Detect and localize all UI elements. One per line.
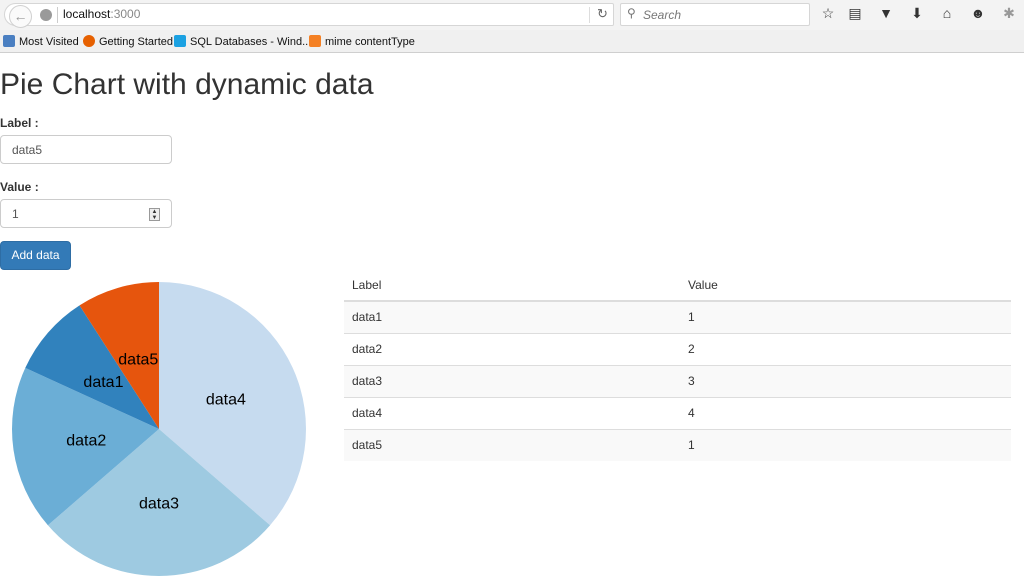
bookmark-star-icon[interactable]: ☆ bbox=[819, 5, 837, 22]
table-row: data4 4 bbox=[344, 396, 1011, 429]
pie-label-data5: data5 bbox=[118, 351, 158, 368]
cell-value: 3 bbox=[680, 364, 1011, 397]
windows-icon bbox=[174, 35, 186, 47]
cell-value: 2 bbox=[680, 332, 1011, 365]
globe-icon bbox=[40, 9, 52, 21]
table-row: data1 1 bbox=[344, 300, 1011, 333]
extension-icon[interactable]: ✱ bbox=[1000, 5, 1018, 22]
value-field-label: Value : bbox=[0, 180, 39, 194]
url-host: localhost bbox=[63, 7, 111, 21]
table-header-row: Label Value bbox=[344, 270, 1011, 302]
bookmark-label: Most Visited bbox=[19, 36, 79, 48]
bookmark-mime-contenttype[interactable]: mime contentType bbox=[309, 35, 415, 48]
url-text[interactable]: localhost:3000 bbox=[63, 7, 140, 21]
url-bar[interactable]: ← localhost:3000 ↻ bbox=[4, 3, 614, 28]
firefox-icon bbox=[83, 35, 95, 47]
pie-chart: data4 data3 data2 data1 data5 bbox=[11, 282, 306, 576]
bookmark-label: Getting Started bbox=[99, 36, 173, 48]
reload-icon[interactable]: ↻ bbox=[597, 6, 608, 22]
cell-label: data2 bbox=[344, 332, 680, 365]
chat-icon[interactable]: ☻ bbox=[969, 5, 987, 21]
cell-label: data1 bbox=[344, 300, 680, 333]
url-port: :3000 bbox=[110, 7, 141, 21]
table-row: data5 1 bbox=[344, 428, 1011, 461]
value-input[interactable]: 1 ▲ ▼ bbox=[0, 199, 172, 228]
label-field-label: Label : bbox=[0, 116, 39, 130]
value-input-value: 1 bbox=[12, 207, 19, 221]
bookmark-label: SQL Databases - Wind... bbox=[190, 36, 312, 48]
column-header-label: Label bbox=[344, 270, 680, 302]
number-spinner[interactable]: ▲ ▼ bbox=[149, 208, 160, 221]
bookmark-label: mime contentType bbox=[325, 36, 415, 48]
label-input-value: data5 bbox=[12, 143, 43, 157]
cell-value: 1 bbox=[680, 300, 1011, 333]
bookmarks-bar: Most Visited Getting Started SQL Databas… bbox=[0, 30, 1024, 53]
divider bbox=[57, 7, 58, 23]
table-row: data2 2 bbox=[344, 332, 1011, 365]
page-title: Pie Chart with dynamic data bbox=[0, 68, 374, 101]
folder-icon bbox=[3, 35, 15, 47]
cell-label: data3 bbox=[344, 364, 680, 397]
cell-label: data5 bbox=[344, 428, 680, 461]
stackoverflow-icon bbox=[309, 35, 321, 47]
add-data-button[interactable]: Add data bbox=[0, 241, 71, 270]
table-row: data3 3 bbox=[344, 364, 1011, 397]
browser-toolbar: ← localhost:3000 ↻ ⚲ Search ☆ ▤ ▼ ⬇ ⌂ ☻ … bbox=[0, 0, 1024, 30]
cell-value: 1 bbox=[680, 428, 1011, 461]
search-input[interactable]: ⚲ Search bbox=[620, 3, 810, 26]
home-icon[interactable]: ⌂ bbox=[938, 5, 956, 21]
column-header-value: Value bbox=[680, 270, 1011, 302]
download-icon[interactable]: ⬇ bbox=[908, 5, 926, 22]
back-arrow-icon[interactable]: ← bbox=[9, 5, 32, 28]
cell-label: data4 bbox=[344, 396, 680, 429]
label-input[interactable]: data5 bbox=[0, 135, 172, 164]
cell-value: 4 bbox=[680, 396, 1011, 429]
search-icon: ⚲ bbox=[627, 6, 636, 20]
search-placeholder: Search bbox=[643, 8, 682, 22]
bookmark-getting-started[interactable]: Getting Started bbox=[83, 35, 173, 48]
pie-label-data4: data4 bbox=[206, 391, 246, 408]
divider bbox=[589, 7, 590, 23]
reading-list-icon[interactable]: ▤ bbox=[846, 5, 864, 22]
pie-label-data2: data2 bbox=[66, 432, 106, 449]
data-table: Label Value data1 1 data2 2 data3 3 data4 4 … bbox=[344, 270, 1011, 461]
pie-label-data3: data3 bbox=[139, 496, 179, 513]
pie-label-data1: data1 bbox=[83, 374, 123, 391]
bookmark-most-visited[interactable]: Most Visited bbox=[3, 35, 79, 48]
bookmark-sql-databases[interactable]: SQL Databases - Wind... bbox=[174, 35, 311, 48]
pocket-icon[interactable]: ▼ bbox=[877, 5, 895, 21]
